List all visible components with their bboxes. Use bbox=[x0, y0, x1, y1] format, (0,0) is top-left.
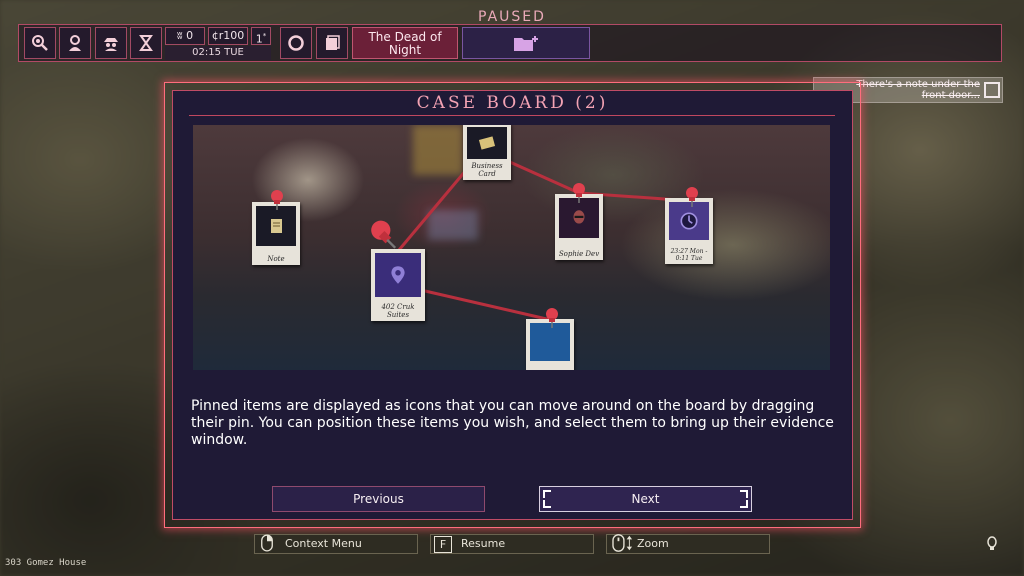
pin-icon[interactable] bbox=[368, 219, 400, 251]
game-clock: 02:15 TUE bbox=[165, 46, 271, 60]
map-button[interactable] bbox=[59, 27, 91, 59]
food-counter: ʬ 0 bbox=[165, 27, 205, 45]
portrait-icon bbox=[559, 198, 599, 238]
mouse-right-icon bbox=[258, 532, 276, 554]
case-board-preview: Note Business Card 402 Cruk Suites Sophi… bbox=[193, 125, 830, 370]
new-case-slot[interactable] bbox=[462, 27, 590, 59]
pinned-caption: Business Card bbox=[471, 162, 503, 178]
hourglass-button[interactable] bbox=[130, 27, 162, 59]
pin-icon[interactable] bbox=[268, 189, 286, 211]
next-button[interactable]: Next bbox=[539, 486, 752, 512]
stars-counter: 1* bbox=[251, 27, 271, 46]
pin-icon[interactable] bbox=[543, 307, 561, 329]
star-icon: * bbox=[262, 32, 267, 40]
food-icon: ʬ bbox=[176, 29, 183, 42]
context-menu-hint[interactable]: Context Menu bbox=[254, 534, 418, 554]
ring-icon bbox=[288, 35, 304, 51]
title-divider bbox=[189, 115, 835, 116]
hint-label: Context Menu bbox=[285, 537, 362, 550]
pinned-caption: Note bbox=[267, 255, 285, 263]
current-objective[interactable]: The Dead of Night bbox=[352, 27, 458, 59]
detective-button[interactable] bbox=[95, 27, 127, 59]
next-button-label: Next bbox=[631, 492, 660, 506]
corner-mark bbox=[740, 500, 748, 508]
checkbox-icon[interactable] bbox=[984, 82, 1000, 98]
search-button[interactable] bbox=[24, 27, 56, 59]
notes-icon bbox=[326, 35, 340, 50]
resume-hint[interactable]: F Resume bbox=[430, 534, 594, 554]
notes-button[interactable] bbox=[316, 27, 348, 59]
corner-mark bbox=[543, 500, 551, 508]
search-icon bbox=[32, 35, 48, 51]
hint-label: Zoom bbox=[637, 537, 669, 550]
corner-mark bbox=[543, 490, 551, 498]
pin-icon[interactable] bbox=[570, 182, 588, 204]
pinned-caption: 23:27 Mon - 0:11 Tue bbox=[670, 248, 708, 262]
person-pin-icon bbox=[69, 35, 81, 51]
folder-add-icon bbox=[514, 36, 538, 51]
corner-mark bbox=[740, 490, 748, 498]
pinned-caption: 402 Cruk Suites bbox=[381, 303, 415, 319]
hourglass-icon bbox=[139, 35, 153, 51]
pinned-caption: Sophie Dev bbox=[558, 250, 600, 258]
credits-counter: ¢r100 bbox=[208, 27, 248, 45]
ring-button[interactable] bbox=[280, 27, 312, 59]
previous-button[interactable]: Previous bbox=[272, 486, 485, 512]
tutorial-description: Pinned items are displayed as icons that… bbox=[191, 398, 834, 448]
business-card-icon bbox=[467, 127, 507, 159]
location-label: 303 Gomez House bbox=[5, 558, 87, 568]
location-pin-icon bbox=[375, 253, 421, 297]
pinned-note[interactable]: Note bbox=[252, 202, 300, 265]
note-icon bbox=[256, 206, 296, 246]
zoom-hint[interactable]: Zoom bbox=[606, 534, 770, 554]
case-board-title: CASE BOARD (2) bbox=[416, 93, 609, 113]
lightbulb-icon[interactable] bbox=[986, 536, 998, 552]
mouse-scroll-icon bbox=[610, 532, 636, 554]
f-key-icon: F bbox=[434, 536, 452, 553]
detective-icon bbox=[104, 38, 118, 51]
pinned-business-card[interactable]: Business Card bbox=[463, 125, 511, 180]
paused-label: PAUSED bbox=[478, 9, 546, 25]
hint-label: Resume bbox=[461, 537, 506, 550]
pin-icon[interactable] bbox=[683, 186, 701, 208]
pinned-location[interactable]: 402 Cruk Suites bbox=[371, 249, 425, 321]
